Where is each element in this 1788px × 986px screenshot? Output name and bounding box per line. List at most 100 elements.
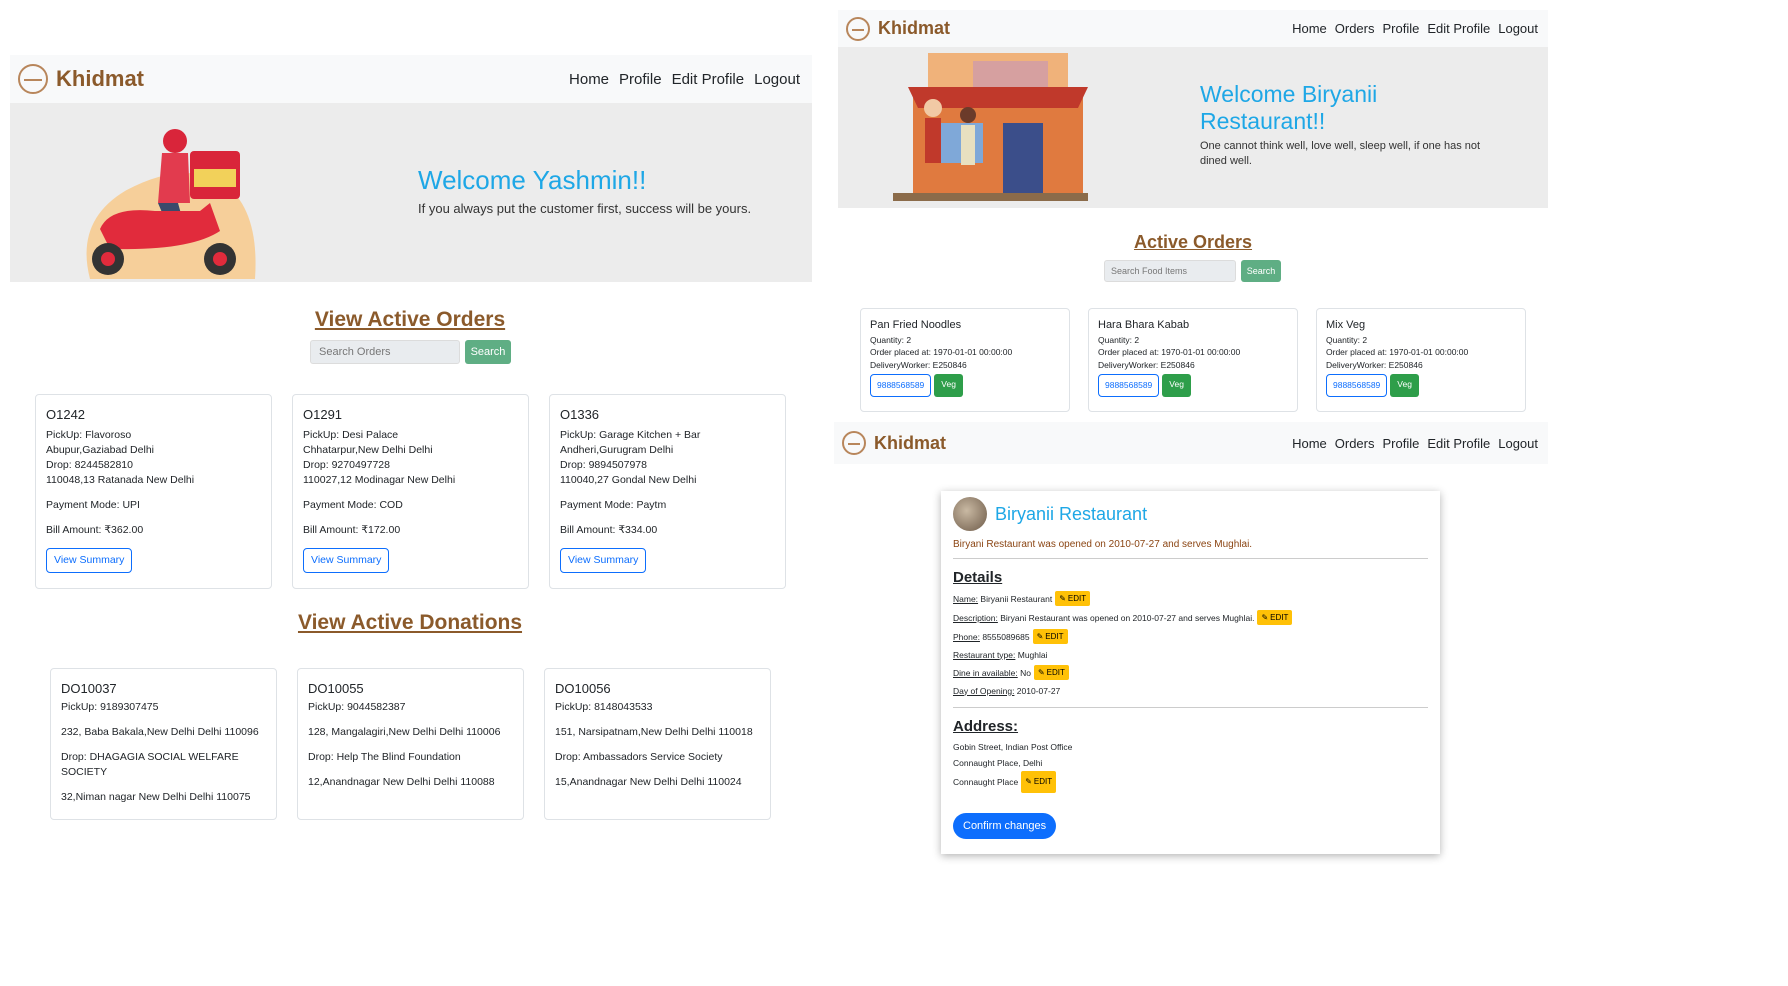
restaurant-navbar: Khidmat Home Orders Profile Edit Profile… [838, 10, 1548, 47]
profile-subtitle: Biryani Restaurant was opened on 2010-07… [953, 539, 1253, 550]
order-bill-amount: Bill Amount: ₹172.00 [303, 524, 401, 536]
courier-tagline: If you always put the customer first, su… [418, 201, 752, 216]
courier-hero: Welcome Yashmin!! If you always put the … [10, 103, 812, 282]
profile-brand[interactable]: Khidmat [842, 431, 946, 455]
order-id: O1336 [560, 407, 600, 422]
donation-pickup: PickUp: 9189307475 [61, 701, 159, 713]
veg-badge[interactable]: Veg [934, 374, 963, 397]
detail-value: 2010-07-27 [1014, 685, 1061, 696]
address-line: Gobin Street, Indian Post Office [953, 742, 1073, 752]
item-quantity: Quantity: 2 [1098, 334, 1140, 345]
detail-value: Biryani Restaurant was opened on 2010-07… [997, 612, 1255, 623]
details-heading: Details [953, 569, 1003, 586]
view-summary-button[interactable]: View Summary [560, 548, 647, 573]
phone-button[interactable]: 9888568589 [870, 374, 932, 397]
delivery-scooter-illustration [86, 129, 256, 279]
order-pickup-address: Chhatarpur,New Delhi Delhi [303, 444, 433, 456]
detail-value: Mughlai [1015, 649, 1048, 660]
view-summary-button[interactable]: View Summary [303, 548, 390, 573]
item-order-placed: Order placed at: 1970-01-01 00:00:00 [1326, 347, 1469, 357]
nav-logout[interactable]: Logout [754, 71, 800, 88]
order-card: O1336 PickUp: Garage Kitchen + Bar Andhe… [549, 394, 786, 589]
order-bill-amount: Bill Amount: ₹362.00 [46, 524, 144, 536]
nav-profile[interactable]: Profile [1383, 21, 1420, 36]
item-order-placed: Order placed at: 1970-01-01 00:00:00 [1098, 347, 1241, 357]
donation-pickup-address: 128, Mangalagiri,New Delhi Delhi 110006 [308, 726, 501, 738]
order-pickup: PickUp: Desi Palace [303, 429, 399, 441]
restaurant-avatar [953, 497, 987, 531]
brand-name: Khidmat [874, 432, 946, 453]
view-summary-button[interactable]: View Summary [46, 548, 133, 573]
view-active-orders-heading[interactable]: View Active Orders [0, 308, 820, 332]
order-pickup-address: Abupur,Gaziabad Delhi [46, 444, 154, 456]
nav-home[interactable]: Home [1292, 21, 1327, 36]
donation-drop: Drop: Ambassadors Service Society [555, 751, 723, 763]
phone-button[interactable]: 9888568589 [1326, 374, 1388, 397]
veg-badge[interactable]: Veg [1162, 374, 1191, 397]
profile-nav: Home Orders Profile Edit Profile Logout [1292, 436, 1538, 451]
donation-id: DO10037 [61, 681, 117, 696]
item-delivery-worker: DeliveryWorker: E250846 [1098, 359, 1195, 370]
nav-edit-profile[interactable]: Edit Profile [672, 71, 745, 88]
item-quantity: Quantity: 2 [1326, 334, 1368, 345]
donation-id: DO10055 [308, 681, 364, 696]
active-orders-heading[interactable]: Active Orders [838, 232, 1548, 253]
nav-logout[interactable]: Logout [1498, 436, 1538, 451]
order-drop-address: 110048,13 Ratanada New Delhi [46, 474, 195, 486]
order-drop-address: 110027,12 Modinagar New Delhi [303, 474, 456, 486]
khidmat-logo-icon [18, 64, 48, 94]
nav-profile[interactable]: Profile [1383, 436, 1420, 451]
donation-id: DO10056 [555, 681, 611, 696]
order-pickup: PickUp: Flavoroso [46, 429, 132, 441]
brand-name: Khidmat [56, 66, 144, 91]
search-food-items-input[interactable]: Search Food Items [1104, 260, 1236, 282]
nav-logout[interactable]: Logout [1498, 21, 1538, 36]
pencil-icon: ✎ [1036, 632, 1044, 641]
item-order-placed: Order placed at: 1970-01-01 00:00:00 [870, 347, 1013, 357]
restaurant-storefront-illustration [893, 53, 1088, 201]
nav-edit-profile[interactable]: Edit Profile [1427, 21, 1490, 36]
nav-home[interactable]: Home [569, 71, 609, 88]
edit-dine-in-button[interactable]: ✎ EDIT [1033, 665, 1069, 680]
search-orders-input[interactable]: Search Orders [310, 340, 460, 364]
detail-label: Phone: [953, 631, 980, 642]
khidmat-logo-icon [842, 431, 866, 455]
donation-card: DO10056 PickUp: 8148043533 151, Narsipat… [544, 668, 771, 820]
phone-button[interactable]: 9888568589 [1098, 374, 1160, 397]
donation-pickup: PickUp: 9044582387 [308, 701, 406, 713]
item-name: Pan Fried Noodles [870, 319, 962, 331]
nav-home[interactable]: Home [1292, 436, 1327, 451]
view-active-donations-heading[interactable]: View Active Donations [0, 611, 820, 635]
veg-badge[interactable]: Veg [1390, 374, 1419, 397]
restaurant-hero: Welcome Biryanii Restaurant!! One cannot… [838, 47, 1548, 208]
donation-drop: Drop: Help The Blind Foundation [308, 751, 461, 763]
search-food-button[interactable]: Search [1241, 260, 1281, 282]
edit-address-button[interactable]: ✎ EDIT [1021, 771, 1057, 793]
nav-edit-profile[interactable]: Edit Profile [1427, 436, 1490, 451]
order-drop: Drop: 9894507978 [560, 459, 647, 471]
courier-welcome: Welcome Yashmin!! [418, 165, 647, 195]
courier-brand[interactable]: Khidmat [18, 64, 144, 94]
search-orders-button[interactable]: Search [465, 340, 511, 364]
courier-nav: Home Profile Edit Profile Logout [569, 71, 800, 88]
confirm-changes-button[interactable]: Confirm changes [953, 813, 1057, 839]
pencil-icon: ✎ [1025, 777, 1032, 786]
khidmat-logo-icon [846, 16, 870, 41]
nav-profile[interactable]: Profile [619, 71, 662, 88]
order-card: O1242 PickUp: Flavoroso Abupur,Gaziabad … [35, 394, 272, 589]
profile-restaurant-name: Biryanii Restaurant [995, 503, 1148, 524]
pencil-icon: ✎ [1261, 613, 1269, 622]
donation-drop: Drop: DHAGAGIA SOCIAL WELFARE SOCIETY [61, 751, 239, 778]
nav-orders[interactable]: Orders [1335, 21, 1375, 36]
order-id: O1291 [303, 407, 343, 422]
item-name: Mix Veg [1326, 319, 1366, 331]
detail-value: Biryanii Restaurant [978, 593, 1053, 604]
restaurant-brand[interactable]: Khidmat [846, 16, 950, 41]
edit-name-button[interactable]: ✎ EDIT [1055, 591, 1091, 606]
edit-phone-button[interactable]: ✎ EDIT [1032, 629, 1068, 644]
detail-label: Restaurant type: [953, 649, 1016, 660]
item-name: Hara Bhara Kabab [1098, 319, 1190, 331]
order-pickup-address: Andheri,Gurugram Delhi [560, 444, 674, 456]
nav-orders[interactable]: Orders [1335, 436, 1375, 451]
edit-description-button[interactable]: ✎ EDIT [1257, 610, 1293, 625]
